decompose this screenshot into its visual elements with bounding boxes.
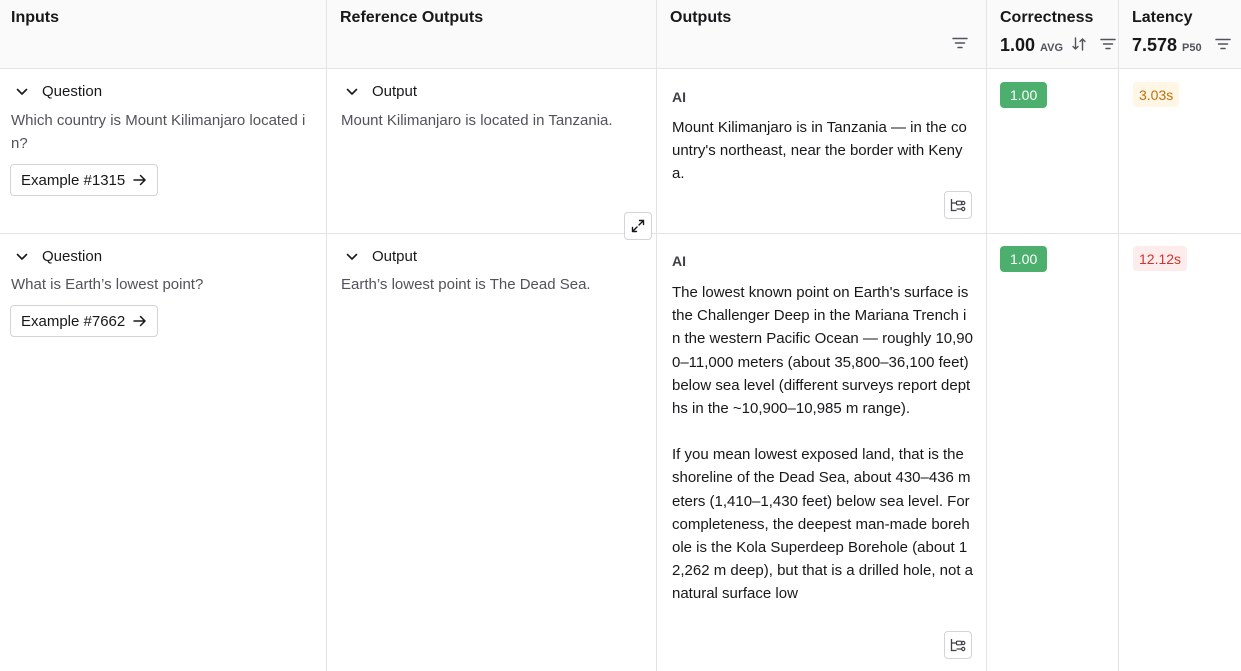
trace-icon [950,199,966,212]
output-paragraph: Mount Kilimanjaro is in Tanzania — in th… [672,119,967,183]
column-divider [326,69,327,671]
example-label: Example #1315 [21,171,126,189]
column-title: Inputs [11,9,59,26]
input-question-text: What is Earth’s lowest point? [11,276,204,293]
output-role-label: AI [672,89,686,105]
column-header-reference-outputs[interactable]: Reference Outputs [327,0,657,69]
expand-row-button[interactable] [624,212,652,240]
reference-output-text: Earth’s lowest point is The Dead Sea. [341,276,591,293]
column-divider [656,69,657,671]
column-header-inputs[interactable]: Inputs [0,0,327,69]
filter-icon[interactable] [1214,35,1232,53]
filter-icon[interactable] [1099,35,1117,53]
column-divider [986,69,987,671]
column-header-latency[interactable]: Latency 7.578 P50 [1119,0,1241,69]
chevron-down-icon [14,84,30,100]
example-link-button[interactable]: Example #7662 [10,305,159,337]
column-title: Latency [1132,9,1193,26]
latency-stat-label: P50 [1182,42,1202,54]
latency-p50-value: 7.578 [1132,35,1178,55]
correctness-score-badge: 1.00 [1000,246,1048,272]
input-question-text: Which country is Mount Kilimanjaro locat… [11,112,306,152]
correctness-score-badge: 1.00 [1000,82,1048,108]
reference-output-text: Mount Kilimanjaro is located in Tanzania… [341,112,613,129]
expand-icon [631,219,645,233]
chevron-down-icon [344,249,360,265]
correctness-stat-label: AVG [1040,42,1064,54]
latency-badge: 12.12s [1133,246,1188,271]
column-header-correctness[interactable]: Correctness 1.00 AVG [987,0,1119,69]
input-label: Question [42,83,103,100]
latency-badge: 3.03s [1133,82,1180,107]
open-trace-button[interactable] [944,631,972,659]
experiment-results-table: Inputs Reference Outputs Outputs Correct… [0,0,1241,671]
correctness-avg-value: 1.00 [1000,35,1036,55]
chevron-down-icon [14,249,30,265]
input-label: Question [42,248,103,265]
arrow-right-icon [133,315,147,327]
correctness-summary: 1.00 AVG [1000,35,1063,56]
column-header-outputs[interactable]: Outputs [657,0,987,69]
table-header: Inputs Reference Outputs Outputs Correct… [0,0,1241,69]
example-label: Example #7662 [21,312,126,330]
input-toggle[interactable]: Question [14,83,102,100]
chevron-down-icon [344,84,360,100]
column-title: Reference Outputs [340,9,484,26]
open-trace-button[interactable] [944,191,972,219]
output-paragraph: The lowest known point on Earth's surfac… [672,284,973,418]
trace-icon [950,639,966,652]
column-title: Correctness [1000,9,1094,26]
filter-icon[interactable] [951,34,969,52]
output-message-text: The lowest known point on Earth's surfac… [672,281,974,606]
example-link-button[interactable]: Example #1315 [10,164,159,196]
reference-label: Output [372,248,418,265]
latency-summary: 7.578 P50 [1132,35,1202,56]
row-divider [0,233,1241,234]
output-message-text: Mount Kilimanjaro is in Tanzania — in th… [672,116,974,186]
sort-icon[interactable] [1070,35,1088,53]
reference-label: Output [372,83,418,100]
reference-toggle[interactable]: Output [344,248,417,265]
column-divider [1118,69,1119,671]
input-toggle[interactable]: Question [14,248,102,265]
reference-toggle[interactable]: Output [344,83,417,100]
output-paragraph: If you mean lowest exposed land, that is… [672,446,974,603]
output-role-label: AI [672,253,686,269]
arrow-right-icon [133,174,147,186]
column-title: Outputs [670,9,732,26]
